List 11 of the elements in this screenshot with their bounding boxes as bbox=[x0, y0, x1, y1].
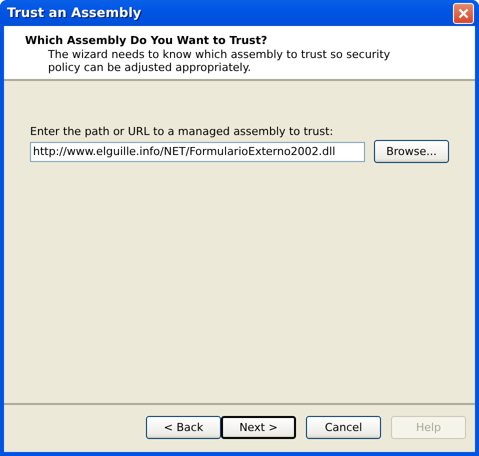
path-input-field[interactable]: http://www.elguille.info/NET/FormularioExterno2002.dll bbox=[30, 142, 365, 162]
header-description: The wizard needs to know which assembly to trust so security policy can be adjusted appropriately. bbox=[47, 48, 392, 74]
header-title: Which Assembly Do You Want to Trust? bbox=[25, 34, 268, 47]
browse-button[interactable]: Browse... bbox=[374, 140, 449, 163]
window-title: Trust an Assembly bbox=[7, 6, 142, 20]
close-button[interactable] bbox=[453, 2, 474, 24]
close-icon bbox=[458, 8, 469, 18]
field-label: Enter the path or URL to a managed assembly to trust: bbox=[30, 125, 334, 138]
wizard-button[interactable]: Cancel bbox=[306, 416, 381, 439]
wizard-button[interactable]: < Back bbox=[146, 416, 221, 439]
wizard-button[interactable]: Next > bbox=[221, 416, 296, 439]
